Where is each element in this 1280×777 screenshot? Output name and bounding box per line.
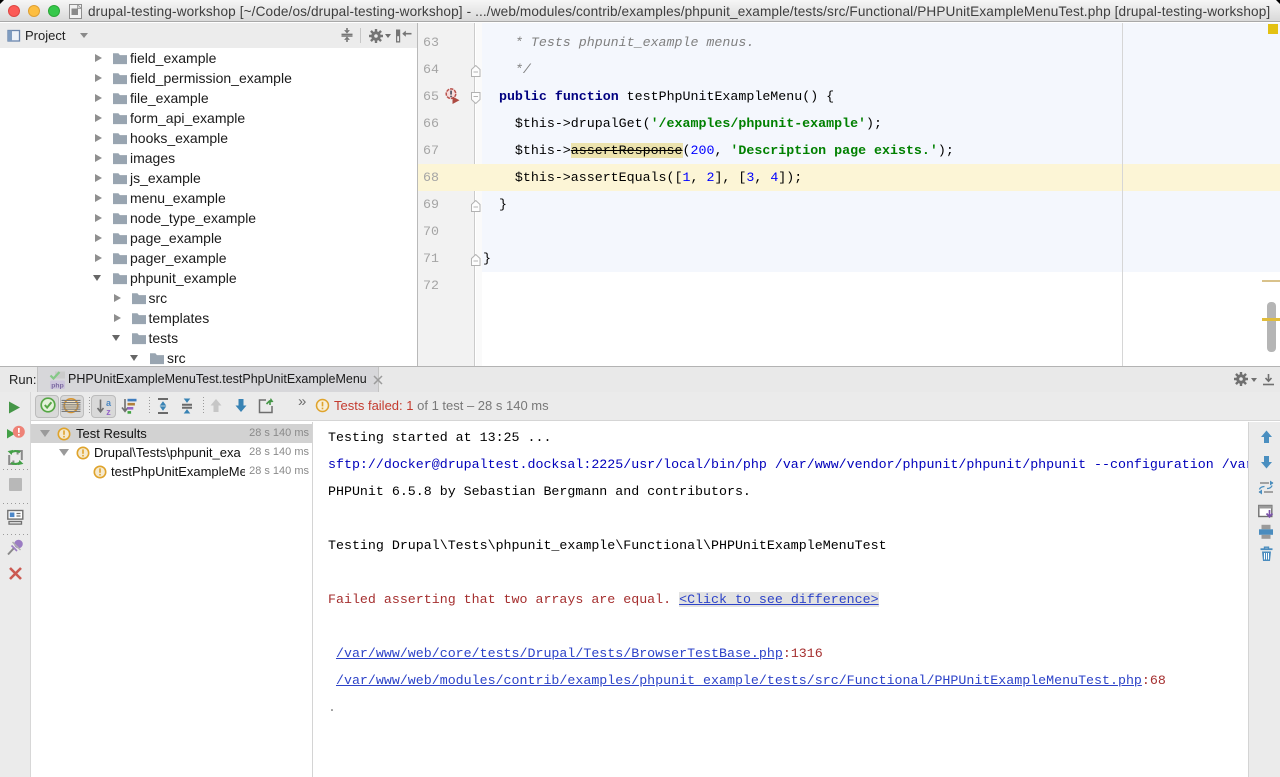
svg-text:php: php [51, 382, 63, 389]
svg-text:z: z [106, 407, 111, 415]
